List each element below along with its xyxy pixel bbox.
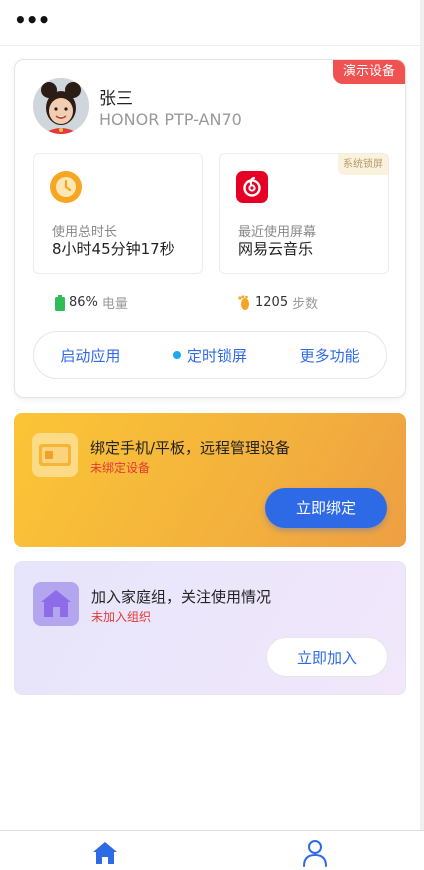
device-card: 演示设备 张三 HONOR PTP-AN70 使用总时长 8小时45分钟17秒 … (14, 59, 406, 398)
profile-icon[interactable] (302, 839, 328, 867)
launch-app-label: 启动应用 (60, 346, 121, 365)
footprint-icon (238, 294, 249, 310)
house-icon (33, 582, 79, 626)
home-icon[interactable] (92, 840, 118, 866)
more-features-label: 更多功能 (299, 346, 360, 365)
more-features-button[interactable]: 更多功能 (300, 345, 360, 366)
steps-unit: 步数 (292, 297, 319, 312)
avatar (33, 78, 89, 134)
steps-value: 1205 (255, 295, 289, 310)
family-title: 加入家庭组，关注使用情况 (91, 588, 272, 606)
launch-app-button[interactable]: 启动应用 (60, 345, 120, 366)
system-lock-badge: 系统锁屏 (338, 154, 388, 175)
usage-value: 8小时45分钟17秒 (52, 240, 175, 258)
battery-value: 86% (69, 295, 98, 310)
active-dot-icon (172, 351, 181, 359)
bind-now-button[interactable]: 立即绑定 (265, 488, 387, 528)
demo-device-badge: 演示设备 (332, 60, 405, 84)
join-now-button[interactable]: 立即加入 (266, 637, 388, 677)
bottom-tab-bar (0, 830, 424, 870)
bind-subtitle: 未绑定设备 (90, 461, 151, 475)
scheduled-lock-label: 定时锁屏 (186, 346, 247, 365)
recent-screen-value: 网易云音乐 (238, 240, 314, 258)
battery-icon (55, 294, 65, 311)
scheduled-lock-button[interactable]: 定时锁屏 (172, 345, 247, 366)
battery-status: 86% 电量 (55, 293, 128, 312)
family-subtitle: 未加入组织 (91, 610, 152, 624)
top-bar: ••• (0, 0, 424, 46)
device-model: HONOR PTP-AN70 (99, 110, 242, 129)
battery-unit: 电量 (101, 297, 128, 312)
steps-status: 1205 步数 (237, 293, 318, 312)
more-options-icon[interactable]: ••• (14, 10, 50, 30)
recent-screen-box[interactable]: 系统锁屏 最近使用屏幕 网易云音乐 (219, 153, 389, 274)
netease-music-icon (236, 171, 268, 203)
scrollbar[interactable] (420, 0, 424, 870)
join-family-card: 加入家庭组，关注使用情况 未加入组织 立即加入 (14, 561, 406, 695)
device-action-bar: 启动应用 定时锁屏 更多功能 (33, 331, 387, 379)
clock-icon (50, 171, 82, 203)
tablet-icon (32, 433, 78, 477)
bind-title: 绑定手机/平板，远程管理设备 (90, 439, 291, 457)
usage-duration-box[interactable]: 使用总时长 8小时45分钟17秒 (33, 153, 203, 274)
user-name: 张三 (99, 89, 133, 109)
bind-device-card: 绑定手机/平板，远程管理设备 未绑定设备 立即绑定 (14, 413, 406, 547)
